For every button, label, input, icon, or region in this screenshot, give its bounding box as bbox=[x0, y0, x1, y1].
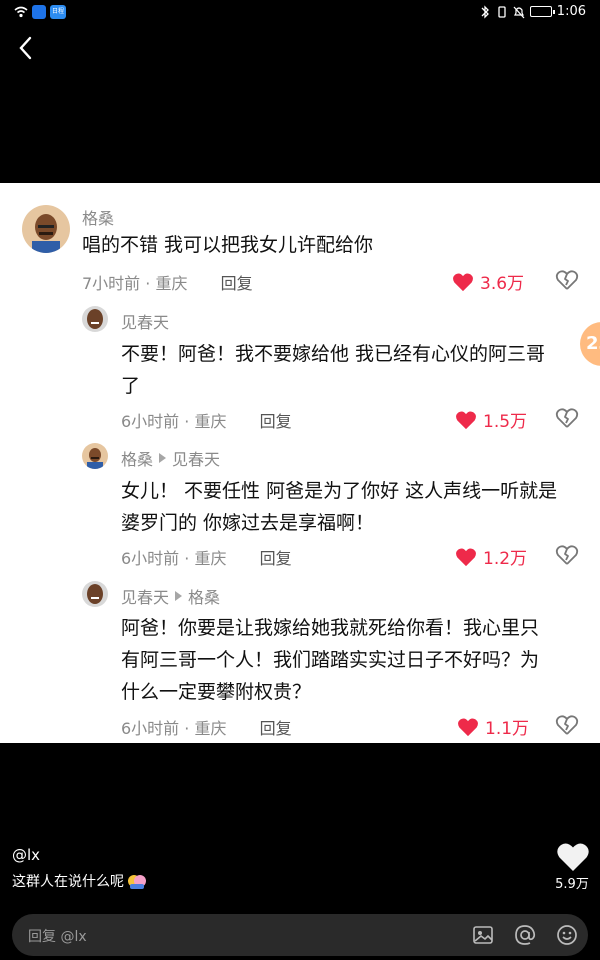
battery-icon bbox=[529, 6, 555, 17]
heart-filled-icon bbox=[453, 272, 473, 291]
comment-text-line: 婆罗门的 你嫁过去是享福啊！ bbox=[121, 512, 375, 534]
reply-button[interactable]: 回复 bbox=[260, 719, 292, 738]
reply-input[interactable]: 回复 @lx bbox=[12, 914, 588, 956]
comment-author[interactable]: 格桑 bbox=[82, 205, 114, 229]
broken-heart-icon[interactable] bbox=[555, 269, 579, 291]
vibrate-icon bbox=[498, 5, 506, 18]
reply-button[interactable]: 回复 bbox=[221, 274, 253, 293]
reply-button[interactable]: 回复 bbox=[260, 549, 292, 568]
comment-time: 6小时前 bbox=[121, 549, 180, 568]
reply-to-name[interactable]: 见春天 bbox=[172, 446, 220, 470]
wifi-icon bbox=[14, 6, 28, 18]
status-bar: 日程 1:06 bbox=[0, 0, 600, 26]
comment-time: 6小时前 bbox=[121, 719, 180, 738]
heart-filled-icon bbox=[456, 547, 476, 566]
avatar-gesang[interactable] bbox=[22, 205, 70, 253]
hug-emoji-icon bbox=[128, 875, 146, 889]
broken-heart-icon[interactable] bbox=[555, 544, 579, 566]
like-button[interactable]: 1.2万 bbox=[455, 544, 527, 569]
post-caption: 这群人在说什么呢 bbox=[12, 871, 147, 891]
broken-heart-icon[interactable] bbox=[555, 407, 579, 429]
like-count: 1.1万 bbox=[485, 719, 530, 739]
comment-time: 6小时前 bbox=[121, 412, 180, 431]
reply-arrow-icon bbox=[175, 591, 183, 601]
heart-like-icon[interactable] bbox=[556, 842, 590, 872]
comment-location: 重庆 bbox=[155, 274, 188, 293]
comment-author[interactable]: 格桑 bbox=[121, 446, 153, 470]
avatar-jianchuntian[interactable] bbox=[82, 306, 108, 332]
mute-icon bbox=[513, 6, 525, 18]
broken-heart-icon[interactable] bbox=[555, 714, 579, 736]
heart-filled-icon bbox=[458, 717, 478, 736]
bluetooth-icon bbox=[481, 4, 489, 19]
heart-filled-icon bbox=[456, 410, 476, 429]
avatar-jianchuntian[interactable] bbox=[82, 581, 108, 607]
like-count: 3.6万 bbox=[480, 274, 525, 294]
like-count: 1.2万 bbox=[483, 549, 528, 569]
comment-time: 7小时前 bbox=[82, 274, 141, 293]
reply-to-name[interactable]: 格桑 bbox=[188, 584, 220, 608]
comment-text-line: 阿爸！你要是让我嫁给她我就死给你看！我心里只 bbox=[121, 617, 540, 639]
comment-text-line: 女儿！ 不要任性 阿爸是为了你好 这人声线一听就是 bbox=[121, 480, 558, 502]
comment-screenshot: 格桑 唱的不错 我可以把我女儿许配给你 7小时前 · 重庆 回复 3.6万 见春… bbox=[0, 183, 600, 743]
comment-text-line: 有阿三哥一个人！我们踏踏实实过日子不好吗？为 bbox=[121, 649, 540, 671]
calendar-app-icon: 日程 bbox=[50, 5, 66, 19]
reply-arrow-icon bbox=[159, 453, 167, 463]
like-button[interactable]: 3.6万 bbox=[452, 269, 524, 294]
comment-text-line: 什么一定要攀附权贵？ bbox=[121, 681, 312, 703]
comment-text-line: 了 bbox=[121, 375, 141, 397]
comment-location: 重庆 bbox=[194, 549, 227, 568]
comment-location: 重庆 bbox=[194, 412, 227, 431]
clock: 1:06 bbox=[556, 4, 586, 19]
notification-app-icon bbox=[32, 5, 46, 19]
like-button[interactable]: 1.1万 bbox=[457, 714, 529, 739]
emoji-icon[interactable] bbox=[556, 924, 578, 946]
comment-author[interactable]: 见春天 bbox=[121, 309, 169, 333]
comment-author[interactable]: 见春天 bbox=[121, 584, 169, 608]
post-like-count: 5.9万 bbox=[555, 877, 589, 892]
mention-icon[interactable] bbox=[514, 924, 536, 946]
post-caption-text: 这群人在说什么呢 bbox=[12, 874, 124, 890]
comment-text-line: 不要！阿爸！我不要嫁给他 我已经有心仪的阿三哥 bbox=[121, 343, 546, 365]
comment-location: 重庆 bbox=[194, 719, 227, 738]
back-arrow-icon[interactable] bbox=[12, 32, 40, 64]
like-count: 1.5万 bbox=[483, 412, 528, 432]
avatar-gesang[interactable] bbox=[82, 443, 108, 469]
post-author[interactable]: @lx bbox=[12, 846, 40, 864]
reply-placeholder: 回复 @lx bbox=[28, 929, 87, 945]
reply-button[interactable]: 回复 bbox=[260, 412, 292, 431]
like-button[interactable]: 1.5万 bbox=[455, 407, 527, 432]
comment-text-line: 唱的不错 我可以把我女儿许配给你 bbox=[82, 234, 374, 256]
image-icon[interactable] bbox=[472, 924, 494, 946]
